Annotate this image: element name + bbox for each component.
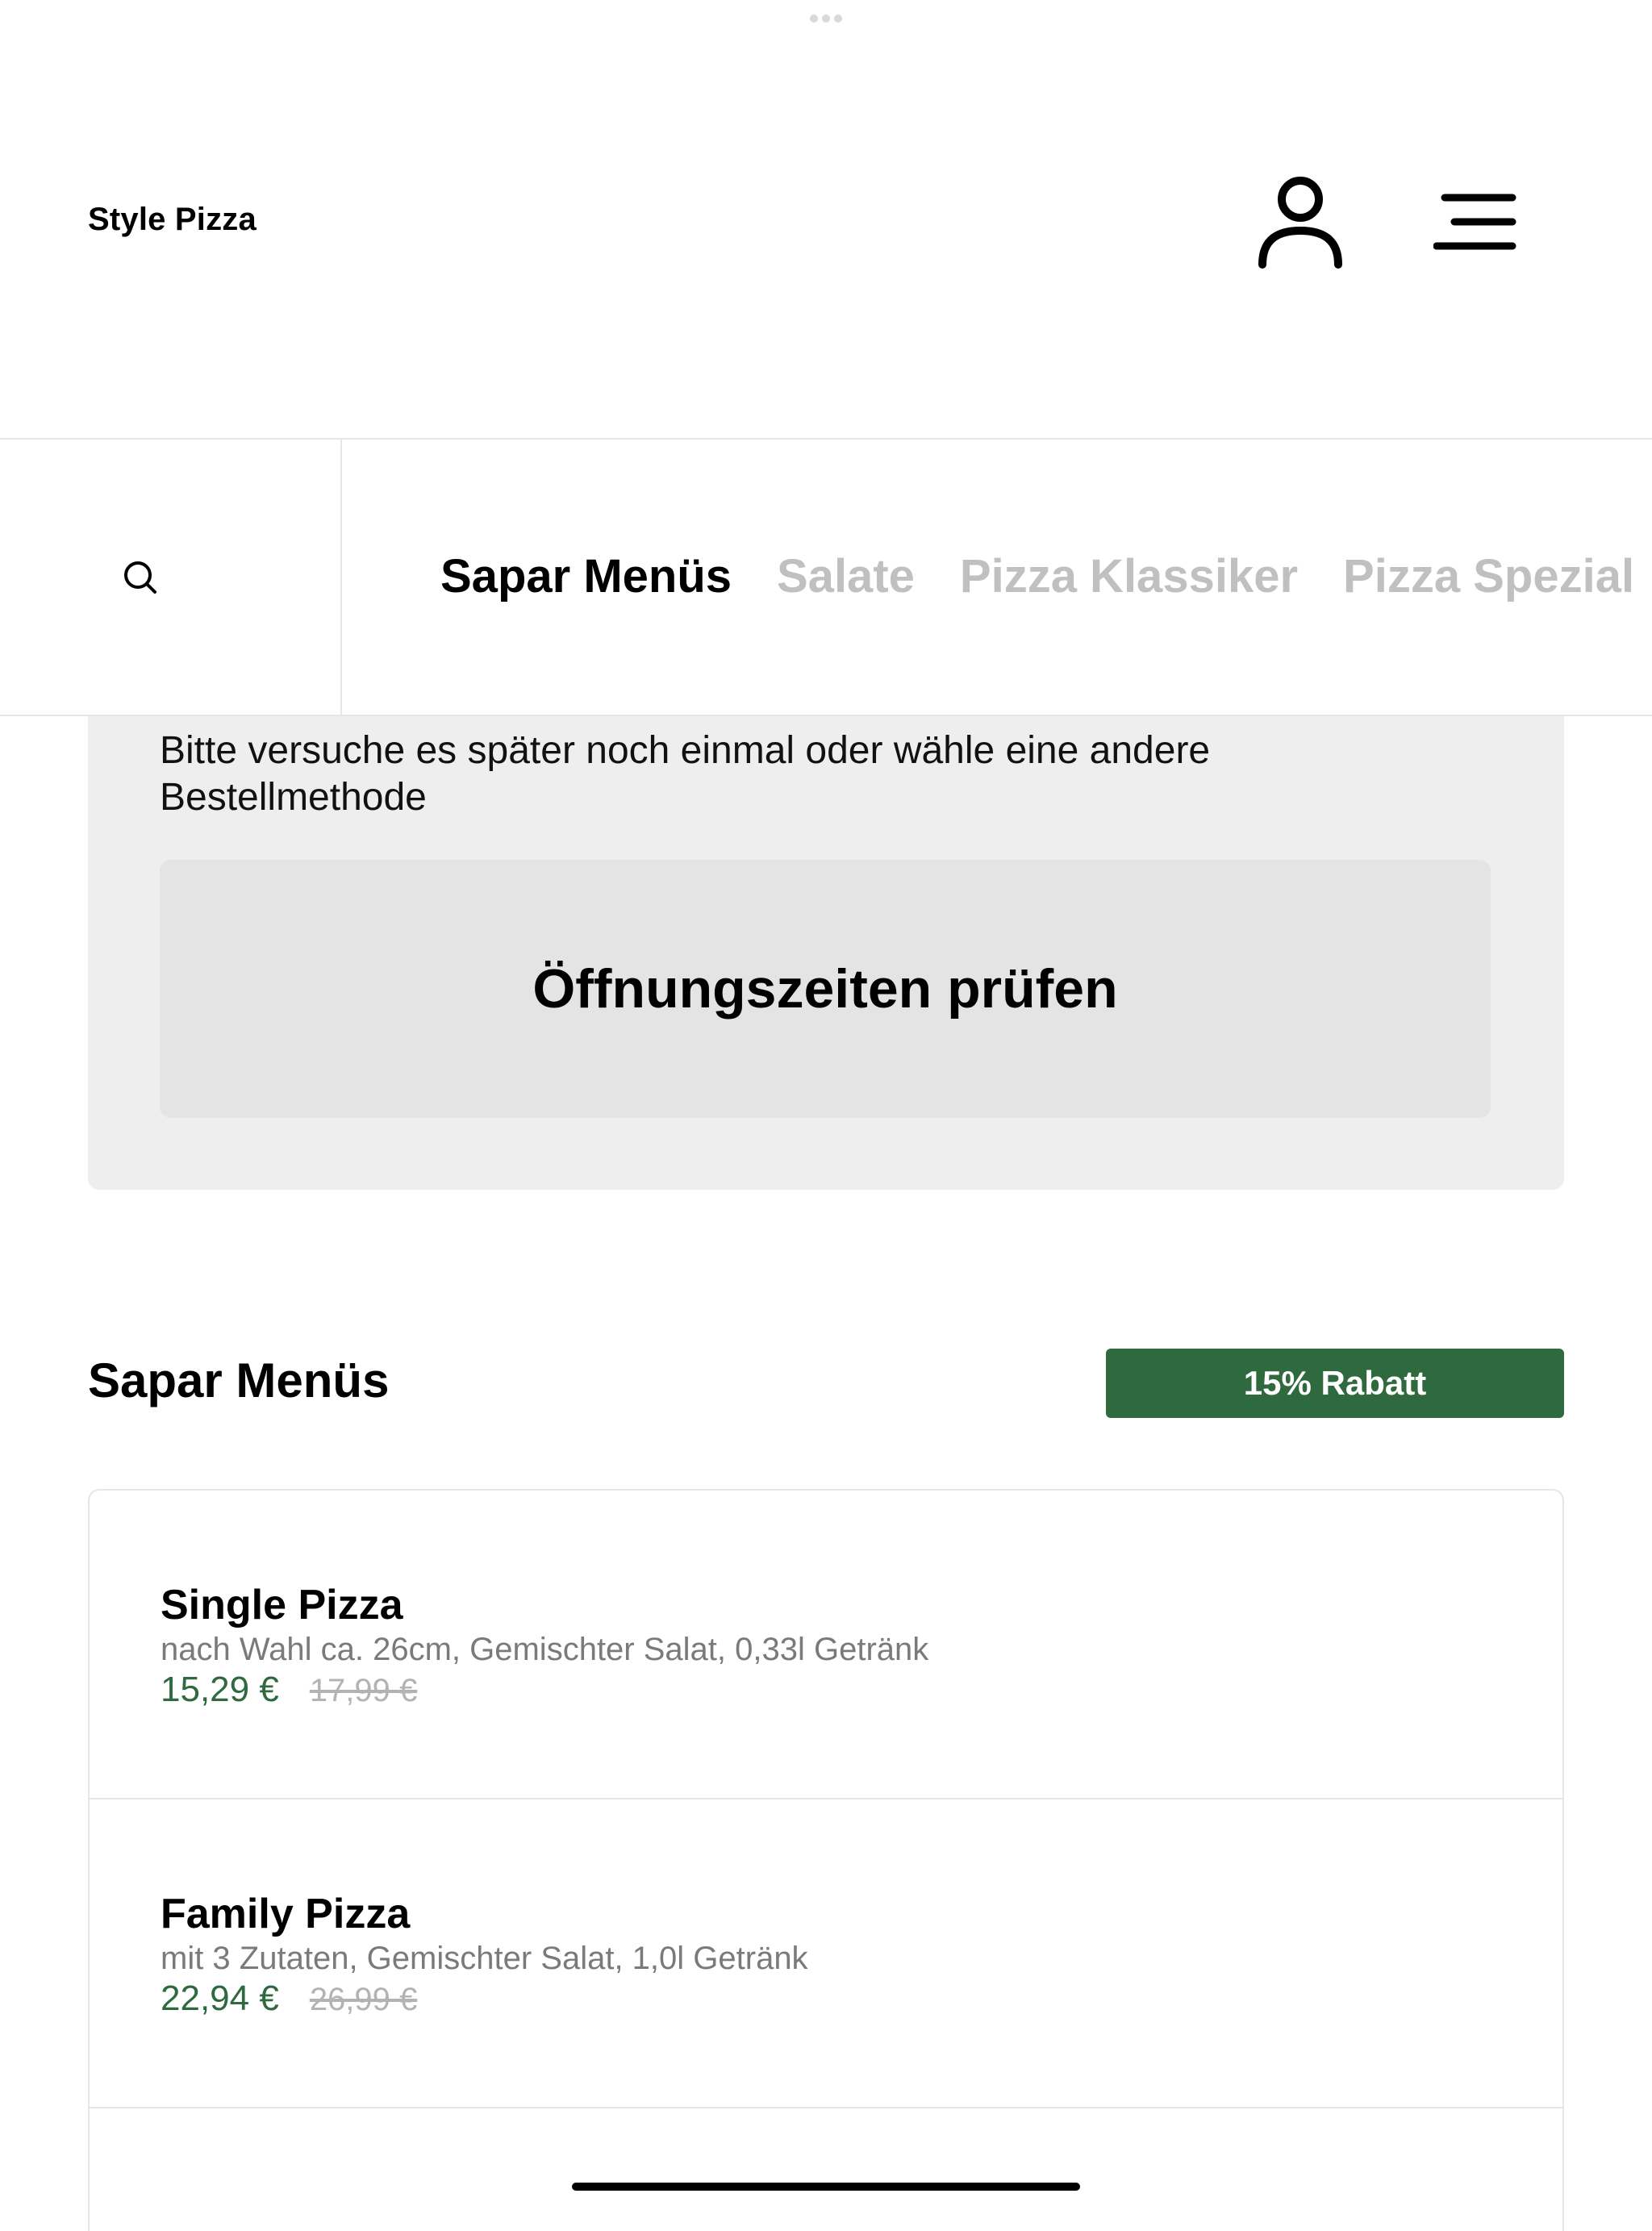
check-opening-hours-button[interactable]: Öffnungszeiten prüfen (160, 860, 1491, 1118)
product-name: Family Pizza (161, 1891, 411, 1937)
search-button[interactable] (108, 545, 173, 610)
user-icon (1258, 177, 1342, 269)
brand-name: Style Pizza (88, 202, 257, 237)
tab-pizza-klassiker[interactable]: Pizza Klassiker (960, 544, 1298, 609)
tab-sapar-menus[interactable]: Sapar Menüs (440, 544, 732, 609)
product-item-family-pizza[interactable]: Family Pizza mit 3 Zutaten, Gemischter S… (90, 1799, 1562, 2108)
price-row: 15,29 € 17,99 € (161, 1670, 417, 1710)
menu-icon (1433, 194, 1516, 250)
product-name: Single Pizza (161, 1582, 403, 1628)
tab-pizza-spezial[interactable]: Pizza Spezial (1343, 544, 1634, 609)
price-row: 22,94 € 26,99 € (161, 1979, 417, 2019)
search-icon (124, 561, 156, 594)
product-list: Single Pizza nach Wahl ca. 26cm, Gemisch… (88, 1489, 1564, 2231)
menu-button[interactable] (1428, 177, 1525, 266)
product-item-single-pizza[interactable]: Single Pizza nach Wahl ca. 26cm, Gemisch… (90, 1491, 1562, 1799)
product-description: mit 3 Zutaten, Gemischter Salat, 1,0l Ge… (161, 1941, 808, 1976)
home-indicator (572, 2183, 1080, 2191)
product-old-price: 17,99 € (309, 1673, 418, 1708)
product-old-price: 26,99 € (309, 1982, 418, 2017)
product-price: 22,94 € (161, 1979, 279, 2018)
closed-notice-card: Bitte versuche es später noch einmal ode… (88, 716, 1564, 1190)
notice-message: Bitte versuche es später noch einmal ode… (160, 729, 1211, 819)
product-price: 15,29 € (161, 1670, 279, 1709)
tab-strip: Sapar Menüs Salate Pizza Klassiker Pizza… (440, 544, 1652, 609)
app-header: Style Pizza (0, 0, 1652, 440)
section-title: Sapar Menüs (88, 1353, 390, 1407)
account-button[interactable] (1252, 169, 1349, 274)
search-cell (0, 440, 342, 715)
category-tabs-bar: Sapar Menüs Salate Pizza Klassiker Pizza… (0, 440, 1652, 716)
product-description: nach Wahl ca. 26cm, Gemischter Salat, 0,… (161, 1632, 929, 1667)
discount-badge: 15% Rabatt (1106, 1349, 1564, 1418)
tab-salate[interactable]: Salate (777, 544, 915, 609)
